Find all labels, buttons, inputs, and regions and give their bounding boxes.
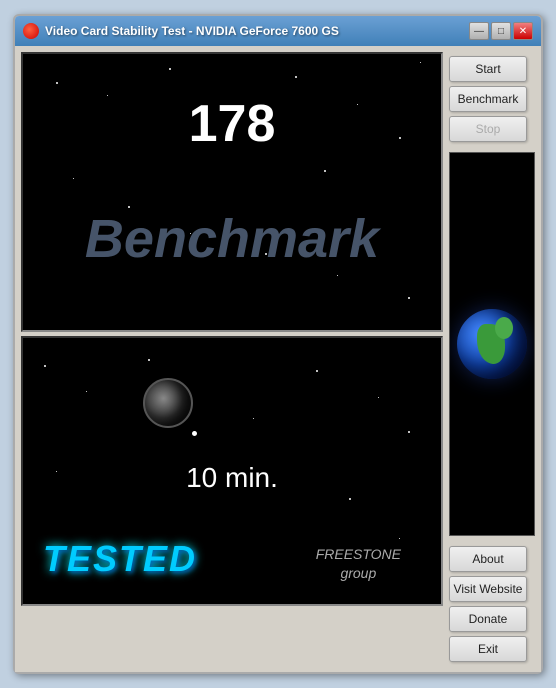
freestone-line1: FREESTONE — [316, 545, 401, 565]
moon-object — [143, 378, 193, 428]
benchmark-button[interactable]: Benchmark — [449, 86, 527, 112]
earth-land-north-america — [495, 317, 513, 339]
earth-globe — [457, 309, 527, 379]
maximize-button[interactable]: □ — [491, 22, 511, 40]
benchmark-canvas: 178 Benchmark — [21, 52, 443, 332]
frame-counter: 178 — [189, 94, 276, 154]
freestone-line2: group — [316, 564, 401, 584]
main-window: Video Card Stability Test - NVIDIA GeFor… — [13, 14, 543, 674]
visit-website-button[interactable]: Visit Website — [449, 576, 527, 602]
title-bar: Video Card Stability Test - NVIDIA GeFor… — [15, 16, 541, 46]
top-buttons-group: Start Benchmark Stop — [449, 52, 535, 146]
donate-button[interactable]: Donate — [449, 606, 527, 632]
timer-display: 10 min. — [186, 462, 278, 494]
freestone-label: FREESTONE group — [316, 545, 401, 584]
exit-button[interactable]: Exit — [449, 636, 527, 662]
left-panel: 178 Benchmark — [21, 52, 443, 666]
window-body: 178 Benchmark — [15, 46, 541, 672]
benchmark-label: Benchmark — [85, 208, 379, 270]
minimize-button[interactable]: — — [469, 22, 489, 40]
timer-canvas: 10 min. TESTED FREESTONE group — [21, 336, 443, 606]
moon-shape — [143, 378, 193, 428]
start-button[interactable]: Start — [449, 56, 527, 82]
tested-label: TESTED — [43, 538, 197, 580]
close-button[interactable]: ✕ — [513, 22, 533, 40]
bottom-buttons-group: About Visit Website Donate Exit — [449, 542, 535, 666]
moon-dot — [192, 431, 197, 436]
title-bar-controls: — □ ✕ — [469, 22, 533, 40]
stop-button[interactable]: Stop — [449, 116, 527, 142]
window-title: Video Card Stability Test - NVIDIA GeFor… — [45, 24, 463, 38]
about-button[interactable]: About — [449, 546, 527, 572]
right-panel: Start Benchmark Stop About Visit Website… — [449, 52, 535, 666]
app-icon — [23, 23, 39, 39]
earth-globe-container — [449, 152, 535, 536]
